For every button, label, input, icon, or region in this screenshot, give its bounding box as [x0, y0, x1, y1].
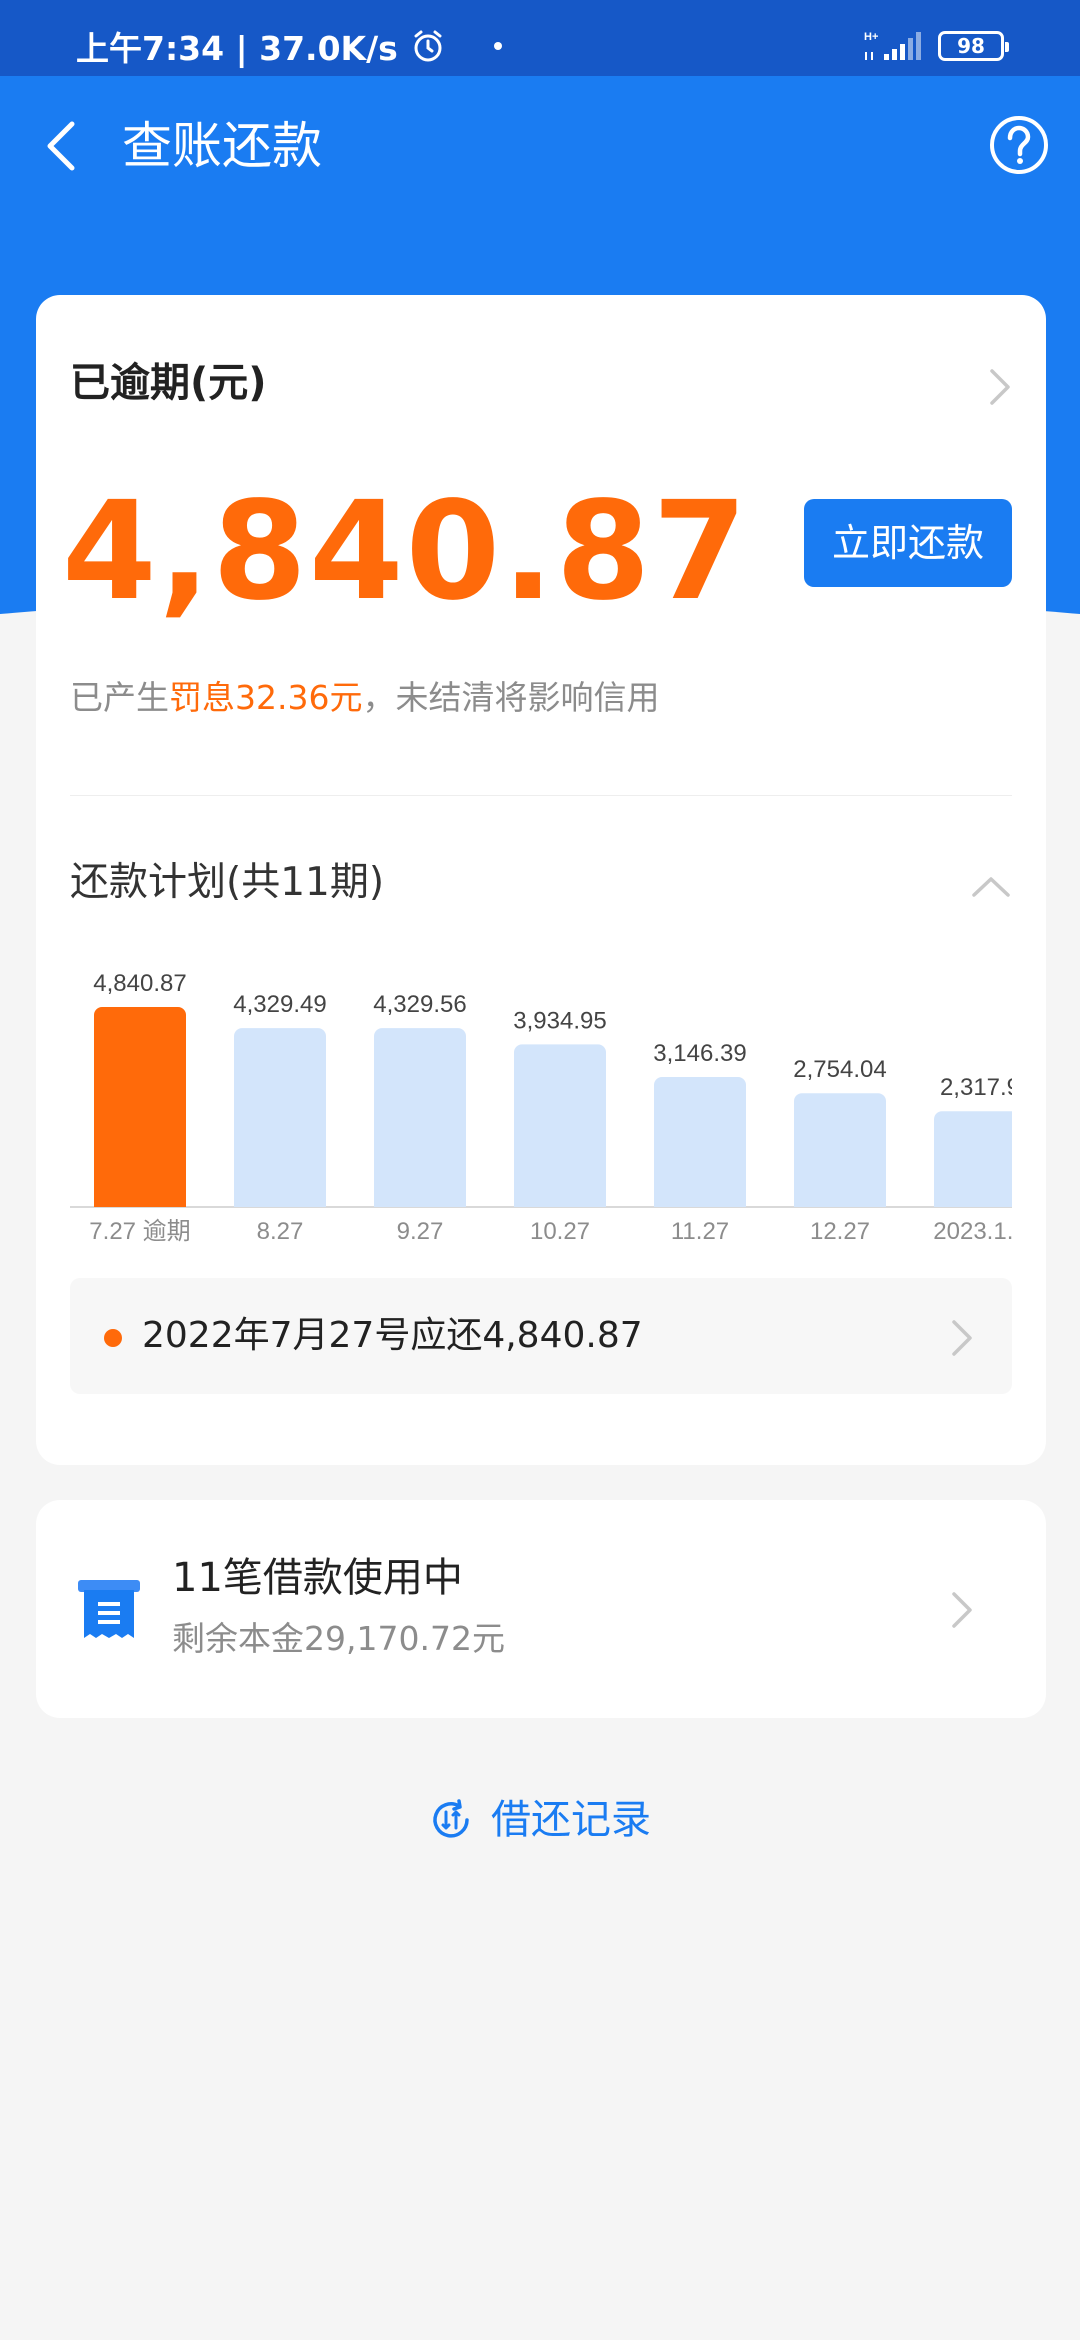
chart-bar[interactable]: [654, 1077, 746, 1207]
chart-bar-base: [934, 1197, 1012, 1207]
receipt-icon: [76, 1576, 142, 1646]
chevron-right-icon[interactable]: [984, 363, 1016, 411]
chart-bar[interactable]: [234, 1028, 326, 1207]
due-dot-icon: [104, 1329, 122, 1347]
chart-bar-base: [794, 1197, 886, 1207]
chevron-right-icon: [946, 1586, 978, 1634]
chart-value-label: 3,146.39: [653, 1040, 746, 1067]
overdue-card: 已逾期(元) 4,840.87 立即还款 已产生罚息32.36元，未结清将影响信…: [36, 295, 1046, 1465]
status-right: H+ 98: [862, 28, 1009, 64]
chart-category-label: 12.27: [810, 1218, 870, 1245]
alarm-clock-icon: [410, 28, 446, 64]
chart-category-label: 9.27: [397, 1218, 444, 1245]
chart-bar-base: [94, 1197, 186, 1207]
penalty-highlight: 罚息32.36元: [169, 678, 363, 717]
notice-prefix: 已产生: [70, 678, 169, 717]
chart-value-label: 2,754.04: [793, 1056, 886, 1083]
chart-value-label: 4,840.87: [93, 970, 186, 997]
chevron-up-icon[interactable]: [968, 871, 1014, 901]
due-row[interactable]: 2022年7月27号应还4,840.87: [70, 1278, 1012, 1394]
chart-value-label: 4,329.49: [233, 991, 326, 1018]
overdue-amount: 4,840.87: [62, 473, 750, 631]
signal-icon: H+: [862, 28, 926, 64]
repayment-chart-svg: 4,840.87 7.27 逾期 4,329.49 8.27 4,329.56 9.27 3…: [70, 970, 1012, 1245]
notice-suffix: ，未结清将影响信用: [362, 678, 660, 717]
page-title: 查账还款: [122, 117, 322, 175]
battery-icon: 98: [938, 31, 1009, 61]
chart-bar[interactable]: [94, 1007, 186, 1207]
chart-value-label: 2,317.9: [940, 1074, 1012, 1101]
chart-bar[interactable]: [374, 1028, 466, 1207]
chart-bar-base: [654, 1197, 746, 1207]
chart-bar-base: [234, 1197, 326, 1207]
chart-value-label: 4,329.56: [373, 991, 466, 1018]
notification-dot-icon: [493, 42, 502, 50]
chart-category-label: 11.27: [671, 1218, 729, 1245]
loans-card[interactable]: 11笔借款使用中 剩余本金29,170.72元: [36, 1500, 1046, 1718]
records-icon: [429, 1798, 473, 1842]
chart-bar[interactable]: [514, 1044, 606, 1207]
chart-category-label: 10.27: [530, 1218, 590, 1245]
chart-bar-base: [514, 1197, 606, 1207]
chart-bar[interactable]: [934, 1111, 1012, 1207]
records-label: 借还记录: [491, 1797, 651, 1843]
chart-bar[interactable]: [794, 1093, 886, 1207]
status-time-speed: 上午7:34 | 37.0K/s: [76, 29, 398, 68]
loans-title: 11笔借款使用中: [172, 1555, 463, 1601]
divider: [70, 795, 1012, 796]
chart-category-label: 2023.1.2: [933, 1218, 1012, 1245]
page: 上午7:34 | 37.0K/s H+ 98 查账还款 已逾期(元) 4,840…: [0, 0, 1080, 2340]
status-bar: 上午7:34 | 37.0K/s H+ 98: [0, 0, 1080, 76]
due-text: 2022年7月27号应还4,840.87: [142, 1315, 643, 1356]
chart-category-label: 7.27 逾期: [89, 1218, 190, 1245]
remaining-principal: 剩余本金29,170.72元: [172, 1619, 505, 1658]
overdue-title[interactable]: 已逾期(元): [70, 357, 267, 409]
status-left: 上午7:34 | 37.0K/s: [76, 22, 502, 70]
chart-category-label: 8.27: [257, 1218, 304, 1245]
records-link[interactable]: 借还记录: [0, 1790, 1080, 1850]
network-type-label: H+: [864, 31, 878, 43]
pay-now-button[interactable]: 立即还款: [804, 499, 1012, 587]
help-icon[interactable]: [988, 114, 1050, 176]
nav-bar: 查账还款: [0, 76, 1080, 216]
repayment-plan-title: 还款计划(共11期): [70, 860, 385, 905]
chart-value-label: 3,934.95: [513, 1007, 606, 1034]
penalty-notice: 已产生罚息32.36元，未结清将影响信用: [70, 675, 659, 721]
repayment-chart: 4,840.87 7.27 逾期 4,329.49 8.27 4,329.56 9.27 3…: [70, 945, 1012, 1565]
battery-level: 98: [957, 34, 985, 58]
chevron-right-icon: [946, 1314, 978, 1362]
back-arrow-icon[interactable]: [38, 114, 86, 178]
chart-bar-base: [374, 1197, 466, 1207]
